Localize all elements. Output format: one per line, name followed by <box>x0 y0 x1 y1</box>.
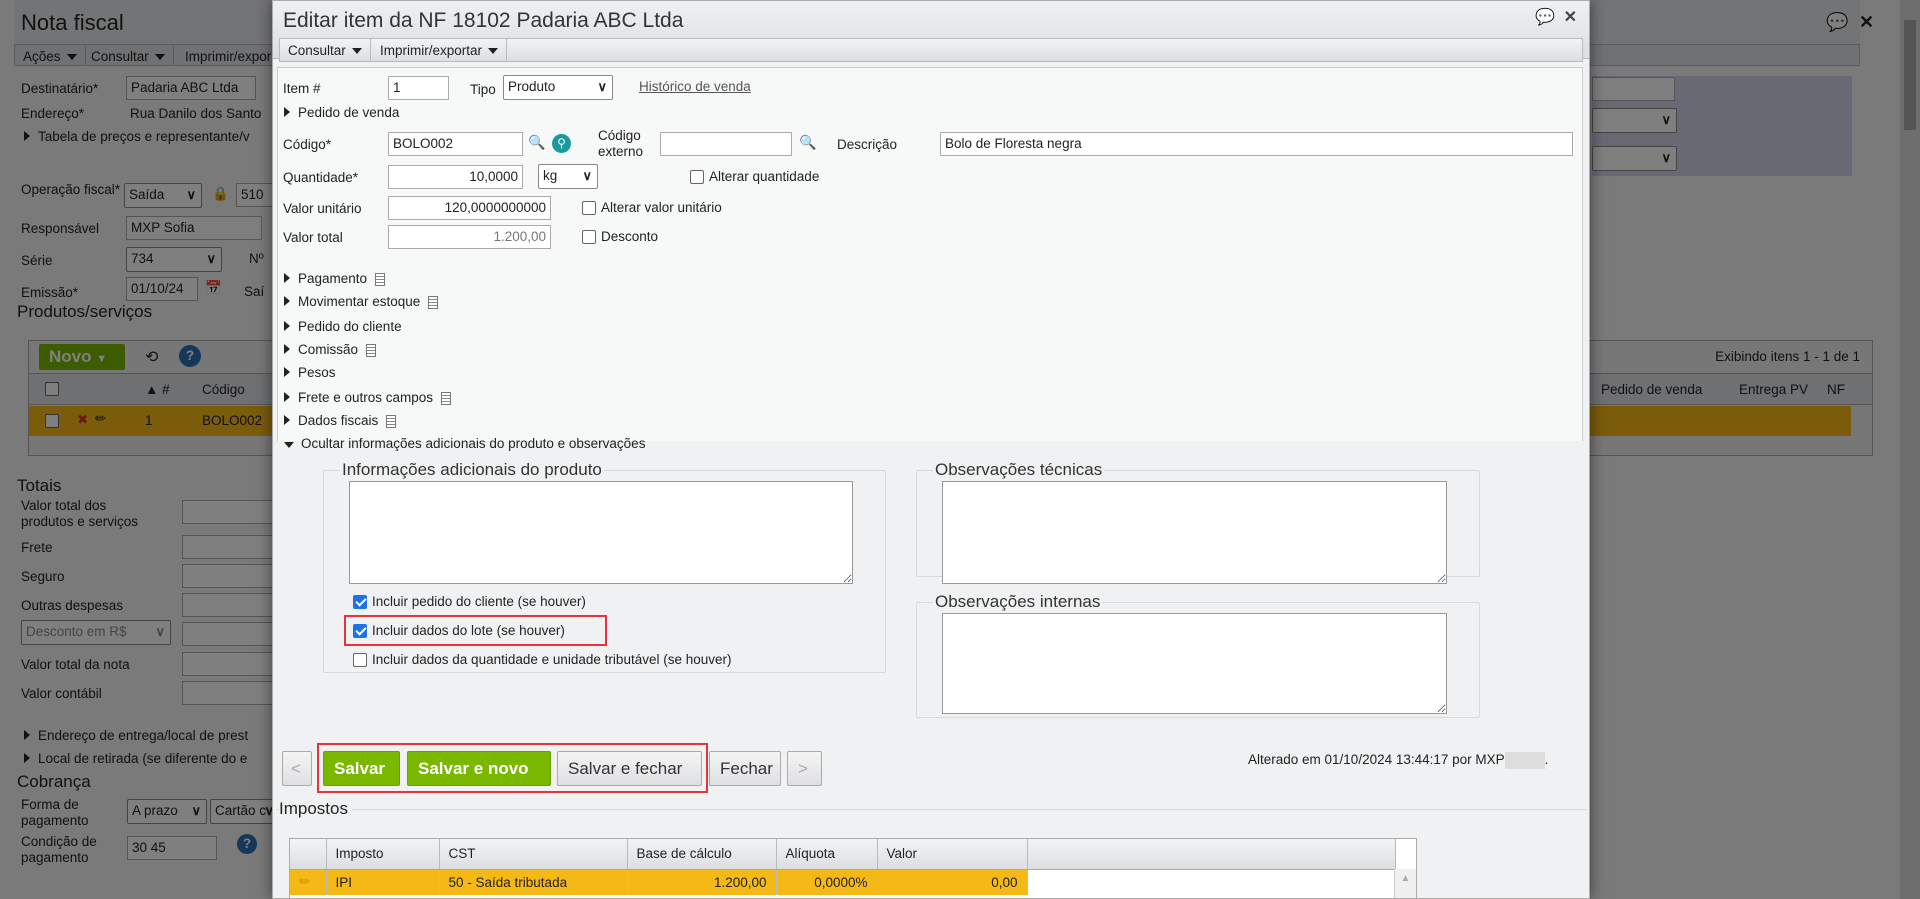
tax-row[interactable]: ✏ IPI 50 - Saída tributada 1.200,00 0,00… <box>290 869 1395 895</box>
frete-expander[interactable]: Frete e outros campos <box>284 390 452 405</box>
obs-internas-textarea[interactable] <box>942 613 1447 714</box>
redacted-username <box>1504 752 1545 769</box>
obs-tecnicas-legend: Observações técnicas <box>935 460 1103 479</box>
tax-filler <box>1027 869 1395 895</box>
col-filler <box>1027 839 1396 870</box>
obs-tecnicas-textarea[interactable] <box>942 481 1447 584</box>
info-adicionais-legend: Informações adicionais do produto <box>342 460 602 479</box>
tax-imposto: IPI <box>326 869 440 895</box>
alterado-info: Alterado em 01/10/2024 13:44:17 por MXP. <box>1248 752 1549 769</box>
search-icon[interactable]: 🔍 <box>799 134 816 151</box>
incluir-quantidade-tributavel-checkbox[interactable]: Incluir dados da quantidade e unidade tr… <box>353 652 732 668</box>
descricao-label: Descrição <box>837 137 898 152</box>
item-label: Item # <box>283 81 321 96</box>
pesos-expander[interactable]: Pesos <box>284 365 336 380</box>
desconto-checkbox[interactable]: Desconto <box>582 229 658 245</box>
document-icon <box>366 343 377 357</box>
tipo-label: Tipo <box>470 82 496 97</box>
highlight-box <box>344 615 607 646</box>
col-cst[interactable]: CST <box>439 839 628 870</box>
tipo-select[interactable]: Produto <box>503 75 613 100</box>
dialog-fields: Item # 1 Tipo Produto Histórico de venda… <box>0 0 1920 899</box>
info-adicionais-textarea[interactable] <box>349 481 853 584</box>
edit-icon[interactable]: ✏ <box>290 869 327 895</box>
highlight-box <box>317 743 708 793</box>
ocultar-informacoes-toggle[interactable]: Ocultar informações adicionais do produt… <box>284 436 645 451</box>
fechar-button[interactable]: Fechar <box>709 751 781 786</box>
codigo-label: Código* <box>283 137 332 152</box>
pagamento-expander[interactable]: Pagamento <box>284 271 386 286</box>
impostos-heading: Impostos <box>279 799 352 819</box>
tax-header-row: Imposto CST Base de cálculo Alíquota Val… <box>290 839 1396 870</box>
col-imposto[interactable]: Imposto <box>326 839 440 870</box>
valor-unitario-label: Valor unitário <box>283 201 362 216</box>
key-icon[interactable]: ⚲ <box>552 134 571 153</box>
pedido-venda-expander[interactable]: Pedido de venda <box>284 105 399 120</box>
tax-aliquota: 0,0000% <box>776 869 878 895</box>
previous-button[interactable]: < <box>282 751 312 786</box>
search-icon[interactable]: 🔍 <box>528 134 545 151</box>
codigo-externo-label: Código externo <box>598 128 644 159</box>
valor-unitario-input[interactable]: 120,0000000000 <box>388 196 551 220</box>
alterar-quantidade-checkbox[interactable]: Alterar quantidade <box>690 169 819 185</box>
movimentar-estoque-expander[interactable]: Movimentar estoque <box>284 294 439 309</box>
pedido-cliente-expander[interactable]: Pedido do cliente <box>284 319 402 334</box>
tax-cst: 50 - Saída tributada <box>439 869 628 895</box>
quantidade-input[interactable]: 10,0000 <box>388 165 523 189</box>
document-icon <box>441 391 452 405</box>
valor-total-label: Valor total <box>283 230 343 245</box>
tax-valor: 0,00 <box>877 869 1028 895</box>
impostos-divider <box>276 809 1586 810</box>
tax-grid-scrollbar[interactable]: ▲ <box>1394 869 1416 898</box>
codigo-input[interactable]: BOLO002 <box>388 132 523 156</box>
obs-internas-legend: Observações internas <box>935 592 1101 611</box>
incluir-pedido-cliente-checkbox[interactable]: Incluir pedido do cliente (se houver) <box>353 594 586 610</box>
tax-grid: Imposto CST Base de cálculo Alíquota Val… <box>289 838 1417 899</box>
col-valor[interactable]: Valor <box>877 839 1028 870</box>
document-icon <box>375 272 386 286</box>
col-edit <box>290 839 327 870</box>
dados-fiscais-expander[interactable]: Dados fiscais <box>284 413 397 428</box>
codigo-externo-input[interactable] <box>660 132 792 156</box>
col-aliquota[interactable]: Alíquota <box>776 839 878 870</box>
valor-total-input: 1.200,00 <box>388 225 551 249</box>
historico-venda-link[interactable]: Histórico de venda <box>639 79 751 94</box>
unidade-select[interactable]: kg <box>538 164 598 189</box>
document-icon <box>386 414 397 428</box>
alterar-valor-unitario-checkbox[interactable]: Alterar valor unitário <box>582 200 722 216</box>
tax-base: 1.200,00 <box>627 869 777 895</box>
quantidade-label: Quantidade* <box>283 170 359 185</box>
col-base-calculo[interactable]: Base de cálculo <box>627 839 777 870</box>
descricao-input[interactable]: Bolo de Floresta negra <box>940 132 1573 156</box>
document-icon <box>428 295 439 309</box>
next-button[interactable]: > <box>787 751 822 786</box>
item-input[interactable]: 1 <box>388 76 449 100</box>
comissao-expander[interactable]: Comissão <box>284 342 377 357</box>
